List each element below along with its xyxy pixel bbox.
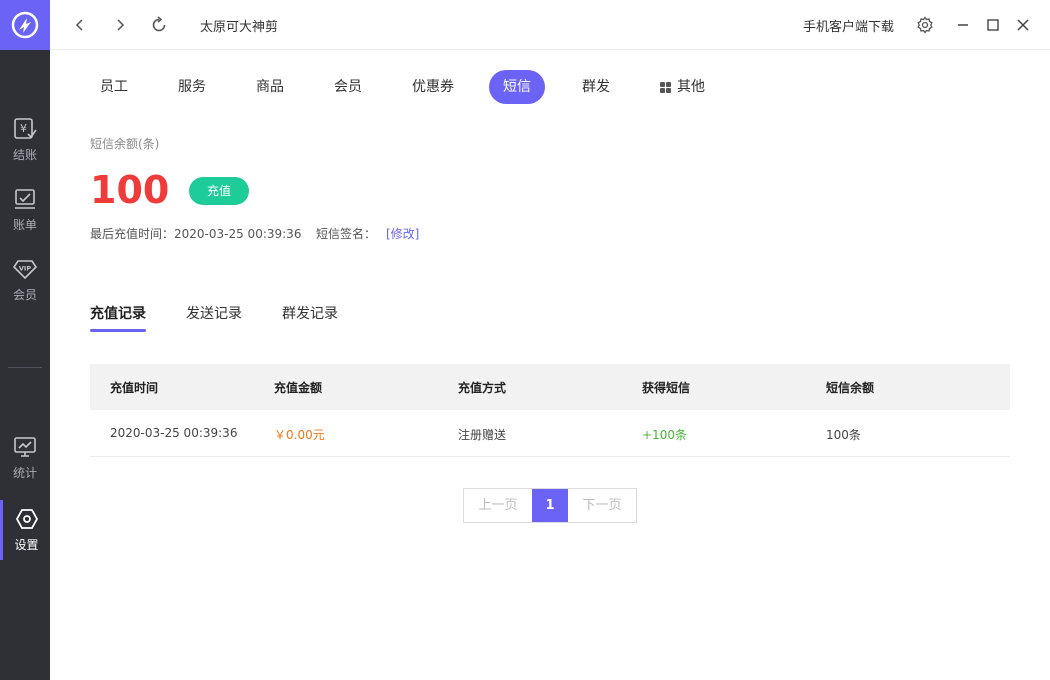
table-row: 2020-03-25 00:39:36 ￥0.00元 注册赠送 +100条 10… [90,410,1010,457]
tab-other[interactable]: 其他 [646,70,719,104]
next-page-button[interactable]: 下一页 [568,489,636,522]
sidebar-item-label: 结账 [12,148,37,162]
minimize-button[interactable] [950,12,976,38]
tab-label: 会员 [334,79,362,95]
sidebar-item-label: 统计 [12,466,37,480]
title-bar: 太原可大神剪 手机客户端下载 [50,0,1050,50]
tab-label: 短信 [503,79,531,95]
current-page[interactable]: 1 [532,489,568,522]
tab-label: 群发 [582,79,610,95]
settings-tabs: 员工 服务 商品 会员 优惠券 短信 群发 其他 [50,70,1050,106]
sidebar-item-label: 设置 [14,538,39,552]
sms-signature-label: 短信签名： [316,227,377,241]
svg-text:VIP: VIP [19,265,31,273]
forward-button[interactable] [107,12,133,38]
sidebar-item-label: 账单 [12,218,37,232]
grid-icon [660,81,671,93]
close-icon [1017,19,1029,31]
tab-coupons[interactable]: 优惠券 [398,70,468,104]
sidebar-item-label: 会员 [12,288,37,302]
maximize-icon [987,19,999,31]
svg-text:¥: ¥ [20,122,27,135]
sidebar-item-checkout[interactable]: ¥ 结账 [0,110,50,170]
tab-sms[interactable]: 短信 [489,70,545,104]
refresh-icon [152,16,166,32]
bill-icon [15,189,35,209]
active-subtab-indicator [90,329,146,332]
pagination: 上一页 1 下一页 [463,488,637,523]
sidebar-item-bill[interactable]: 账单 [0,180,50,240]
window-title: 太原可大神剪 [200,20,279,35]
recharge-table: 充值时间 充值金额 充值方式 获得短信 短信余额 2020-03-25 00:3… [90,364,1010,457]
tab-label: 优惠券 [412,79,454,95]
minimize-icon [958,24,968,26]
subtab-broadcast-records[interactable]: 群发记录 [282,303,338,323]
app-logo[interactable] [0,0,50,50]
subtab-recharge-records[interactable]: 充值记录 [90,303,146,323]
tab-label: 服务 [178,79,206,95]
back-button[interactable] [67,12,93,38]
maximize-button[interactable] [980,12,1006,38]
close-button[interactable] [1010,12,1036,38]
cell-recharge-amount: ￥0.00元 [274,428,325,442]
checkout-icon: ¥ [14,118,37,139]
column-header: 充值方式 [458,381,507,395]
refresh-button[interactable] [146,12,172,38]
last-recharge-time: 最后充值时间：2020-03-25 00:39:36 [90,227,302,241]
sms-balance-value: 100 [90,168,170,212]
tab-label: 商品 [256,79,284,95]
tab-services[interactable]: 服务 [164,70,220,104]
vip-icon: VIP [12,260,38,280]
column-header: 短信余额 [826,381,875,395]
column-header: 获得短信 [642,381,691,395]
cell-sms-gained: +100条 [642,428,687,442]
sidebar-item-settings[interactable]: 设置 [0,500,50,560]
settings-icon [15,509,38,529]
tab-products[interactable]: 商品 [242,70,298,104]
chevron-left-icon [75,19,83,31]
tab-label: 其他 [677,79,705,95]
recharge-button[interactable]: 充值 [189,177,249,205]
settings-button[interactable] [912,12,938,38]
tab-members[interactable]: 会员 [320,70,376,104]
tab-broadcast[interactable]: 群发 [568,70,624,104]
mobile-download-link[interactable]: 手机客户端下载 [803,16,894,35]
table-header: 充值时间 充值金额 充值方式 获得短信 短信余额 [90,364,1010,410]
sidebar: ¥ 结账 账单 VIP 会员 统计 设置 [0,0,50,680]
gear-icon [917,16,933,34]
logo-icon [11,11,39,39]
sidebar-divider [8,367,42,368]
edit-signature-link[interactable]: [修改] [386,225,419,242]
tab-label: 员工 [100,79,128,95]
prev-page-button[interactable]: 上一页 [464,489,532,522]
column-header: 充值时间 [110,381,159,395]
cell-recharge-time: 2020-03-25 00:39:36 [110,426,238,440]
sidebar-item-stats[interactable]: 统计 [0,428,50,488]
sidebar-item-vip[interactable]: VIP 会员 [0,250,50,310]
stats-icon [14,437,36,457]
tab-staff[interactable]: 员工 [86,70,142,104]
column-header: 充值金额 [274,381,323,395]
sms-balance-label: 短信余额(条) [90,137,160,151]
cell-recharge-method: 注册赠送 [458,428,507,442]
subtab-send-records[interactable]: 发送记录 [186,303,242,323]
chevron-right-icon [117,19,125,31]
cell-sms-balance: 100条 [826,428,861,442]
